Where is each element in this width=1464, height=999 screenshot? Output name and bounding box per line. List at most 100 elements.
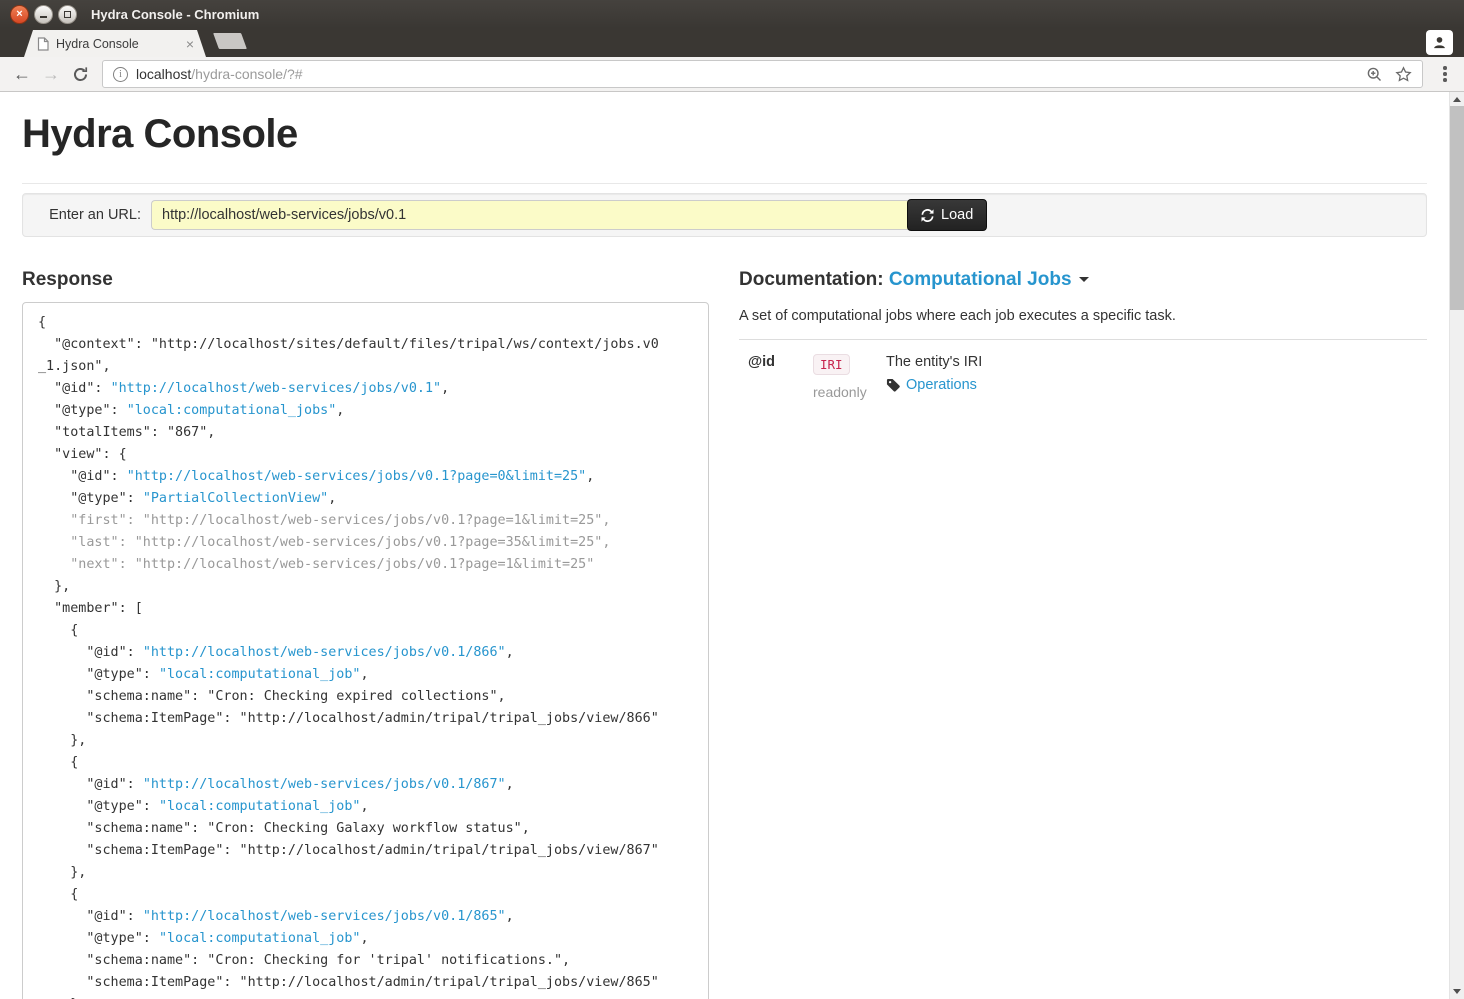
back-icon[interactable]: ← — [9, 61, 35, 87]
json-text: "member": [ — [38, 601, 143, 616]
json-text: { — [38, 315, 46, 330]
json-line: }, — [38, 994, 693, 999]
property-type-badge: IRI — [813, 354, 850, 375]
property-row: @id IRI readonly The entity's IRI Operat… — [739, 340, 1427, 400]
json-line: _1.json", — [38, 356, 693, 378]
json-link[interactable]: "local:computational_jobs" — [127, 403, 337, 418]
chevron-down-icon[interactable] — [1079, 277, 1089, 282]
documentation-panel: Documentation: Computational Jobs A set … — [739, 269, 1427, 999]
json-line: "member": [ — [38, 598, 693, 620]
json-text: { — [38, 755, 78, 770]
json-link[interactable]: "local:computational_job" — [159, 931, 361, 946]
json-line: "@type": "PartialCollectionView", — [38, 488, 693, 510]
site-info-icon[interactable]: i — [113, 67, 128, 82]
page-favicon-icon — [37, 37, 49, 51]
json-line: "schema:ItemPage": "http://localhost/adm… — [38, 972, 693, 994]
url-input[interactable] — [151, 200, 908, 230]
window-maximize-icon[interactable] — [58, 5, 77, 24]
json-line: }, — [38, 730, 693, 752]
browser-tab[interactable]: Hydra Console × — [24, 30, 206, 57]
json-text: "@context": "http://localhost/sites/defa… — [38, 337, 659, 352]
json-text: "first": "http://localhost/web-services/… — [38, 513, 610, 528]
json-line: "schema:name": "Cron: Checking expired c… — [38, 686, 693, 708]
tab-title: Hydra Console — [56, 37, 184, 51]
json-link[interactable]: "http://localhost/web-services/jobs/v0.1… — [143, 777, 506, 792]
json-text: , — [506, 909, 514, 924]
json-line: }, — [38, 576, 693, 598]
json-text: "@type": — [38, 403, 127, 418]
json-line: { — [38, 884, 693, 906]
json-line: }, — [38, 862, 693, 884]
json-text: }, — [38, 579, 70, 594]
url-form: Enter an URL: Load — [22, 193, 1427, 237]
scroll-up-icon[interactable] — [1453, 97, 1461, 102]
json-text: "totalItems": "867", — [38, 425, 215, 440]
json-line: "@id": "http://localhost/web-services/jo… — [38, 378, 693, 400]
tag-icon — [886, 378, 901, 393]
json-text: "next": "http://localhost/web-services/j… — [38, 557, 594, 572]
json-text: , — [506, 777, 514, 792]
url-host: localhost — [136, 66, 191, 82]
json-line: "schema:name": "Cron: Checking Galaxy wo… — [38, 818, 693, 840]
page-scrollbar[interactable] — [1449, 92, 1464, 999]
browser-menu-icon[interactable] — [1435, 66, 1455, 82]
json-line: "@id": "http://localhost/web-services/jo… — [38, 466, 693, 488]
json-text: , — [328, 491, 336, 506]
json-line: "schema:ItemPage": "http://localhost/adm… — [38, 708, 693, 730]
json-link[interactable]: "http://localhost/web-services/jobs/v0.1… — [143, 645, 506, 660]
json-text: "schema:name": "Cron: Checking expired c… — [38, 689, 506, 704]
json-text: }, — [38, 733, 86, 748]
tab-close-icon[interactable]: × — [184, 37, 196, 51]
address-bar[interactable]: i localhost/hydra-console/?# — [102, 60, 1423, 88]
json-link[interactable]: "local:computational_job" — [159, 667, 361, 682]
reload-icon[interactable] — [67, 61, 93, 87]
json-line: "@id": "http://localhost/web-services/jo… — [38, 642, 693, 664]
operations-link[interactable]: Operations — [906, 377, 977, 393]
bookmark-star-icon[interactable] — [1395, 66, 1412, 83]
property-description: The entity's IRI — [886, 354, 1427, 370]
json-text: "@id": — [38, 777, 143, 792]
response-heading: Response — [22, 269, 709, 291]
json-text: "@type": — [38, 667, 159, 682]
json-text: _1.json", — [38, 359, 111, 374]
json-link[interactable]: "PartialCollectionView" — [143, 491, 328, 506]
new-tab-button[interactable] — [213, 33, 247, 49]
scrollbar-thumb[interactable] — [1450, 106, 1464, 310]
json-line: "@type": "local:computational_job", — [38, 796, 693, 818]
load-button[interactable]: Load — [907, 199, 987, 231]
profile-avatar-icon[interactable] — [1426, 30, 1453, 55]
json-text: "@id": — [38, 645, 143, 660]
json-text: "@type": — [38, 931, 159, 946]
json-text: , — [360, 667, 368, 682]
json-text: "@id": — [38, 909, 143, 924]
json-line: "@type": "local:computational_job", — [38, 928, 693, 950]
window-title: Hydra Console - Chromium — [91, 7, 259, 22]
window-close-icon[interactable]: × — [10, 5, 29, 24]
documentation-class-link[interactable]: Computational Jobs — [889, 269, 1072, 290]
json-line: "@id": "http://localhost/web-services/jo… — [38, 774, 693, 796]
json-text: "schema:ItemPage": "http://localhost/adm… — [38, 711, 659, 726]
json-text: "schema:ItemPage": "http://localhost/adm… — [38, 975, 659, 990]
person-icon — [1432, 35, 1447, 50]
json-text: }, — [38, 865, 86, 880]
json-link[interactable]: "http://localhost/web-services/jobs/v0.1… — [127, 469, 587, 484]
property-name: @id — [739, 354, 813, 400]
json-line: "@id": "http://localhost/web-services/jo… — [38, 906, 693, 928]
scroll-down-icon[interactable] — [1453, 989, 1461, 994]
json-link[interactable]: "http://localhost/web-services/jobs/v0.1… — [143, 909, 506, 924]
json-text: "@type": — [38, 491, 143, 506]
load-button-label: Load — [941, 207, 973, 223]
url-label: Enter an URL: — [23, 207, 151, 223]
json-link[interactable]: "local:computational_job" — [159, 799, 361, 814]
url-path: /hydra-console/?# — [191, 66, 302, 82]
zoom-icon[interactable] — [1366, 66, 1383, 83]
json-line: "first": "http://localhost/web-services/… — [38, 510, 693, 532]
response-json: { "@context": "http://localhost/sites/de… — [22, 302, 709, 999]
window-minimize-icon[interactable] — [34, 5, 53, 24]
json-text: , — [360, 799, 368, 814]
json-link[interactable]: "http://localhost/web-services/jobs/v0.1… — [111, 381, 442, 396]
json-line: "totalItems": "867", — [38, 422, 693, 444]
json-line: "last": "http://localhost/web-services/j… — [38, 532, 693, 554]
documentation-label: Documentation: — [739, 269, 884, 290]
json-text: "@id": — [38, 469, 127, 484]
